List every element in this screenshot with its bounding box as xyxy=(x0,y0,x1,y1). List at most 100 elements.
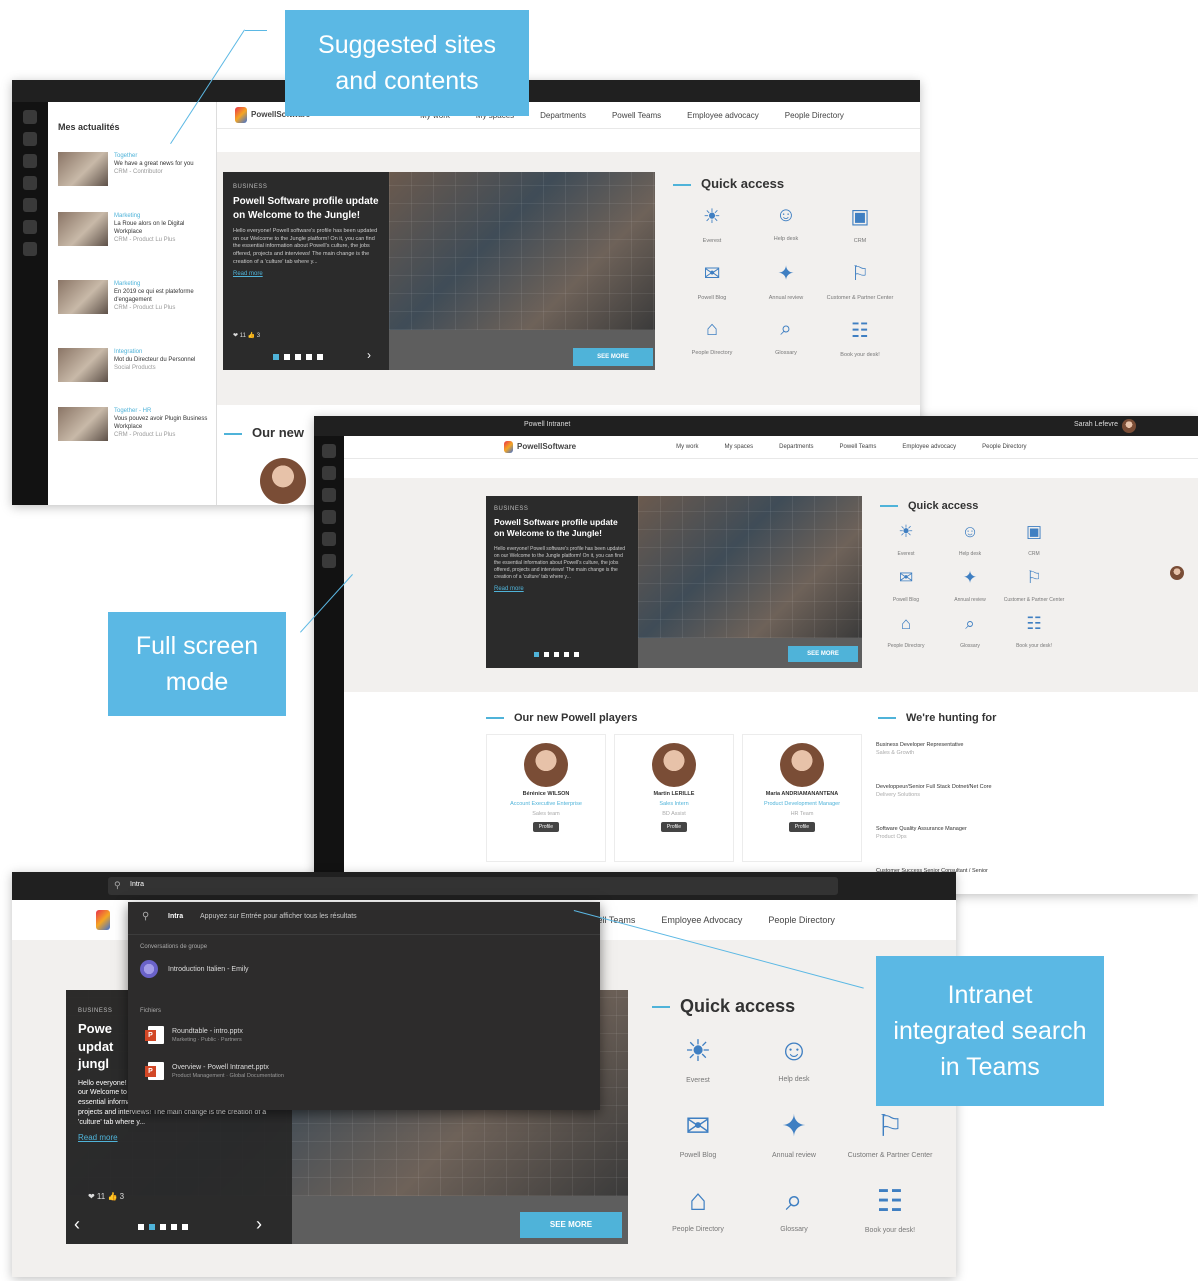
nav-item[interactable]: Employee advocacy xyxy=(902,444,956,450)
player-card[interactable]: Bérénice WILSON Account Executive Enterp… xyxy=(486,734,606,862)
quick-access-item[interactable]: ▣CRM xyxy=(823,204,897,247)
read-more-link[interactable]: Read more xyxy=(233,271,379,277)
profile-button[interactable]: Profile xyxy=(660,822,688,832)
nav-item[interactable]: People Directory xyxy=(982,444,1026,450)
quick-access-item[interactable]: ▣CRM xyxy=(1002,522,1066,560)
teams-search-bar[interactable]: ⚲ Intra xyxy=(108,877,838,895)
profile-button[interactable]: Profile xyxy=(788,822,816,832)
calls-icon[interactable] xyxy=(23,198,37,212)
search-result-file[interactable]: Overview - Powell Intranet.pptxProduct M… xyxy=(145,1062,284,1080)
powell-logo-icon xyxy=(235,107,247,123)
nav-item[interactable]: People Directory xyxy=(785,111,844,120)
feed-item[interactable]: Integration Mot du Directeur du Personnel… xyxy=(58,348,208,382)
quick-access-item[interactable]: ☺ Help desk xyxy=(746,1034,842,1087)
see-more-button[interactable]: SEE MORE xyxy=(573,348,653,366)
player-card[interactable]: Maria ANDRIAMANANTENA Product Developmen… xyxy=(742,734,862,862)
hero-reactions[interactable]: ❤ 11 👍 3 xyxy=(233,332,260,339)
files-icon[interactable] xyxy=(23,220,37,234)
hero-carousel[interactable]: BUSINESS Powell Software profile update … xyxy=(486,496,862,668)
quick-access-item[interactable]: ⌕ Glossary xyxy=(938,614,1002,652)
quick-access-item[interactable]: ⚐ Customer & Partner Center xyxy=(823,261,897,304)
quick-access-item[interactable]: ⌕ Glossary xyxy=(746,1184,842,1237)
quick-access-item[interactable]: ☀ Everest xyxy=(650,1034,746,1087)
carousel-prev-icon[interactable]: ‹ xyxy=(74,1214,80,1235)
teams-icon[interactable] xyxy=(322,488,336,502)
carousel-next-icon[interactable]: › xyxy=(367,348,371,362)
chat-icon[interactable] xyxy=(23,132,37,146)
quick-access-item[interactable]: ✦ Annual review xyxy=(749,261,823,304)
quick-access-item[interactable]: ☷ Book your desk! xyxy=(823,318,897,361)
feed-item[interactable]: Together - HR Vous pouvez avoir Plugin Bu… xyxy=(58,407,208,441)
feed-meta: CRM - Product Lu Plus xyxy=(114,237,176,244)
callout-search: Intranet integrated search in Teams xyxy=(876,956,1104,1106)
files-icon[interactable] xyxy=(322,554,336,568)
quick-access-item[interactable]: ☺ Help desk xyxy=(749,204,823,247)
quick-access-item[interactable]: ☀ Everest xyxy=(874,522,938,560)
nav-item[interactable]: Powell Teams xyxy=(612,111,661,120)
carousel-dots[interactable] xyxy=(534,652,579,657)
nav-item[interactable]: Powell Teams xyxy=(840,444,877,450)
teams-icon[interactable] xyxy=(23,154,37,168)
see-more-button[interactable]: SEE MORE xyxy=(520,1212,622,1238)
quick-access-item[interactable]: ⌂ People Directory xyxy=(874,614,938,652)
feed-thumbnail xyxy=(58,152,108,186)
profile-button[interactable]: Profile xyxy=(532,822,560,832)
quick-access-item[interactable]: ⌕ Glossary xyxy=(749,318,823,361)
job-item[interactable]: Developpeur/Senior Full Stack Dotnet/Net… xyxy=(876,784,1026,798)
quick-access-item[interactable]: ⌂ People Directory xyxy=(650,1184,746,1237)
nav-item[interactable]: My work xyxy=(676,444,698,450)
quick-access-item[interactable]: ⚐ Customer & Partner Center xyxy=(1002,568,1066,606)
calls-icon[interactable] xyxy=(322,532,336,546)
job-item[interactable]: Software Quality Assurance Manager Produc… xyxy=(876,826,1026,840)
feed-item[interactable]: Together We have a great news for you CRM … xyxy=(58,152,208,186)
logo[interactable] xyxy=(96,910,114,930)
quick-access-item[interactable]: ⚐ Customer & Partner Center xyxy=(842,1109,938,1162)
search-hint: Appuyez sur Entrée pour afficher tous le… xyxy=(200,913,357,920)
nav-item[interactable]: Departments xyxy=(779,444,813,450)
apps-icon[interactable] xyxy=(23,242,37,256)
user-avatar[interactable] xyxy=(1122,419,1136,433)
quick-access-item[interactable]: ✉ Powell Blog xyxy=(874,568,938,606)
read-more-link[interactable]: Read more xyxy=(494,586,630,592)
job-item[interactable]: Business Developer Representative Sales &… xyxy=(876,742,1026,756)
quick-access-item[interactable]: ☷ Book your desk! xyxy=(1002,614,1066,652)
quick-access-item[interactable]: ✉ Powell Blog xyxy=(675,261,749,304)
help-desk-icon: ☺ xyxy=(778,1034,810,1067)
blog-icon: ✉ xyxy=(685,1110,711,1143)
feed-item[interactable]: Marketing La Roue alors on le Digital Wor… xyxy=(58,212,208,246)
calendar-icon[interactable] xyxy=(23,176,37,190)
customer-center-icon: ⚐ xyxy=(1026,568,1042,587)
nav-item[interactable]: My spaces xyxy=(724,444,753,450)
carousel-dots[interactable] xyxy=(273,354,323,360)
logo[interactable]: PowellSoftware xyxy=(504,441,576,453)
feed-item[interactable]: Marketing En 2019 ce qui est plateforme d… xyxy=(58,280,208,314)
read-more-link[interactable]: Read more xyxy=(78,1133,280,1142)
calendar-icon[interactable] xyxy=(322,510,336,524)
right-rail xyxy=(1170,566,1186,666)
quick-access-item[interactable]: ✦ Annual review xyxy=(746,1109,842,1162)
contact-avatar[interactable] xyxy=(1170,566,1184,580)
player-avatar xyxy=(652,743,696,787)
hero-carousel[interactable]: BUSINESS Powell Software profile update … xyxy=(223,172,655,370)
hero-reactions[interactable]: ❤ 11 👍 3 xyxy=(88,1192,124,1201)
quick-access-item[interactable]: ⌂ People Directory xyxy=(675,318,749,361)
quick-access-item[interactable]: ☺ Help desk xyxy=(938,522,1002,560)
quick-access-item[interactable]: ☀ Everest xyxy=(675,204,749,247)
activity-icon[interactable] xyxy=(23,110,37,124)
quick-access-item[interactable]: ✉ Powell Blog xyxy=(650,1109,746,1162)
quick-access-item[interactable]: ✦ Annual review xyxy=(938,568,1002,606)
see-more-button[interactable]: SEE MORE xyxy=(788,646,858,662)
player-card[interactable]: Martin LERILLE Sales Intern BD Assist Pr… xyxy=(614,734,734,862)
nav-item[interactable]: Employee Advocacy xyxy=(661,915,742,925)
activity-icon[interactable] xyxy=(322,444,336,458)
quick-access-item[interactable]: ☷ Book your desk! xyxy=(842,1184,938,1237)
search-query[interactable]: Intra xyxy=(168,913,183,920)
nav-item[interactable]: Departments xyxy=(540,111,586,120)
carousel-dots[interactable] xyxy=(138,1224,188,1230)
search-result-conversation[interactable]: Introduction Italien - Emily xyxy=(140,960,249,978)
chat-icon[interactable] xyxy=(322,466,336,480)
nav-item[interactable]: People Directory xyxy=(768,915,835,925)
nav-item[interactable]: Employee advocacy xyxy=(687,111,759,120)
search-result-file[interactable]: Roundtable - intro.pptxMarketing · Publi… xyxy=(145,1026,243,1044)
carousel-next-icon[interactable]: › xyxy=(256,1214,262,1235)
